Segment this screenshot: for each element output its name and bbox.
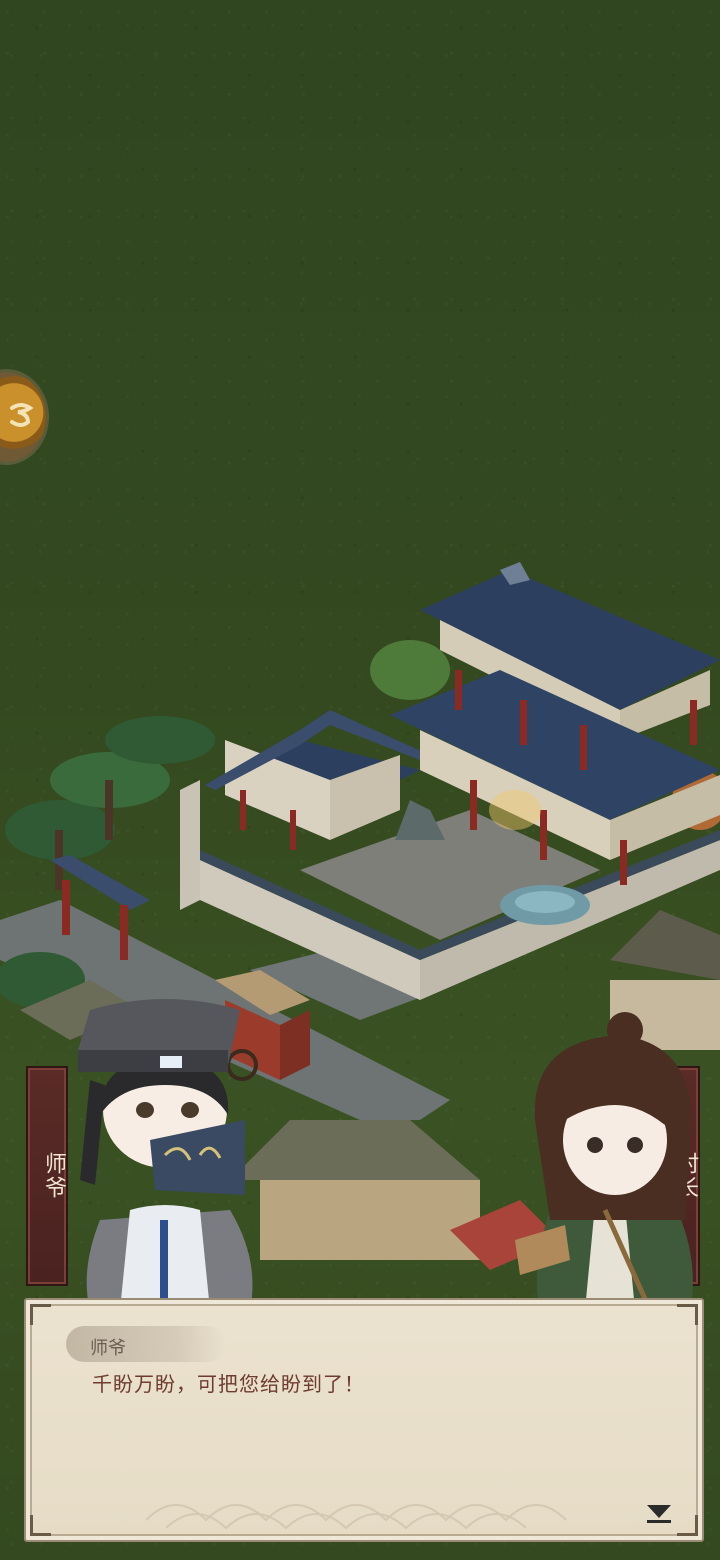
- dialog-corner-ornament: [677, 1515, 698, 1536]
- triangle-down-icon[interactable]: [646, 1502, 672, 1524]
- speaker-name: 师爷: [90, 1338, 126, 1359]
- garden-rock: [395, 800, 445, 840]
- dialog-corner-ornament: [30, 1304, 51, 1325]
- gold-coin-button[interactable]: [0, 372, 46, 462]
- gold-coin-icon: [10, 403, 34, 427]
- compound-wall-left: [180, 780, 200, 910]
- dialog-corner-ornament: [677, 1304, 698, 1325]
- dialog-corner-ornament: [30, 1515, 51, 1536]
- dialog-text: 千盼万盼，可把您给盼到了！: [92, 1372, 365, 1396]
- game-screen[interactable]: 师爷 村长 师爷 千盼万: [0, 0, 720, 1560]
- character-cunzhang: [515, 1012, 693, 1310]
- left-hall: [205, 710, 430, 850]
- dialog-box[interactable]: 师爷 千盼万盼，可把您给盼到了！: [24, 1298, 704, 1542]
- wave-pattern: [146, 1504, 567, 1530]
- character-shiye: [78, 999, 253, 1310]
